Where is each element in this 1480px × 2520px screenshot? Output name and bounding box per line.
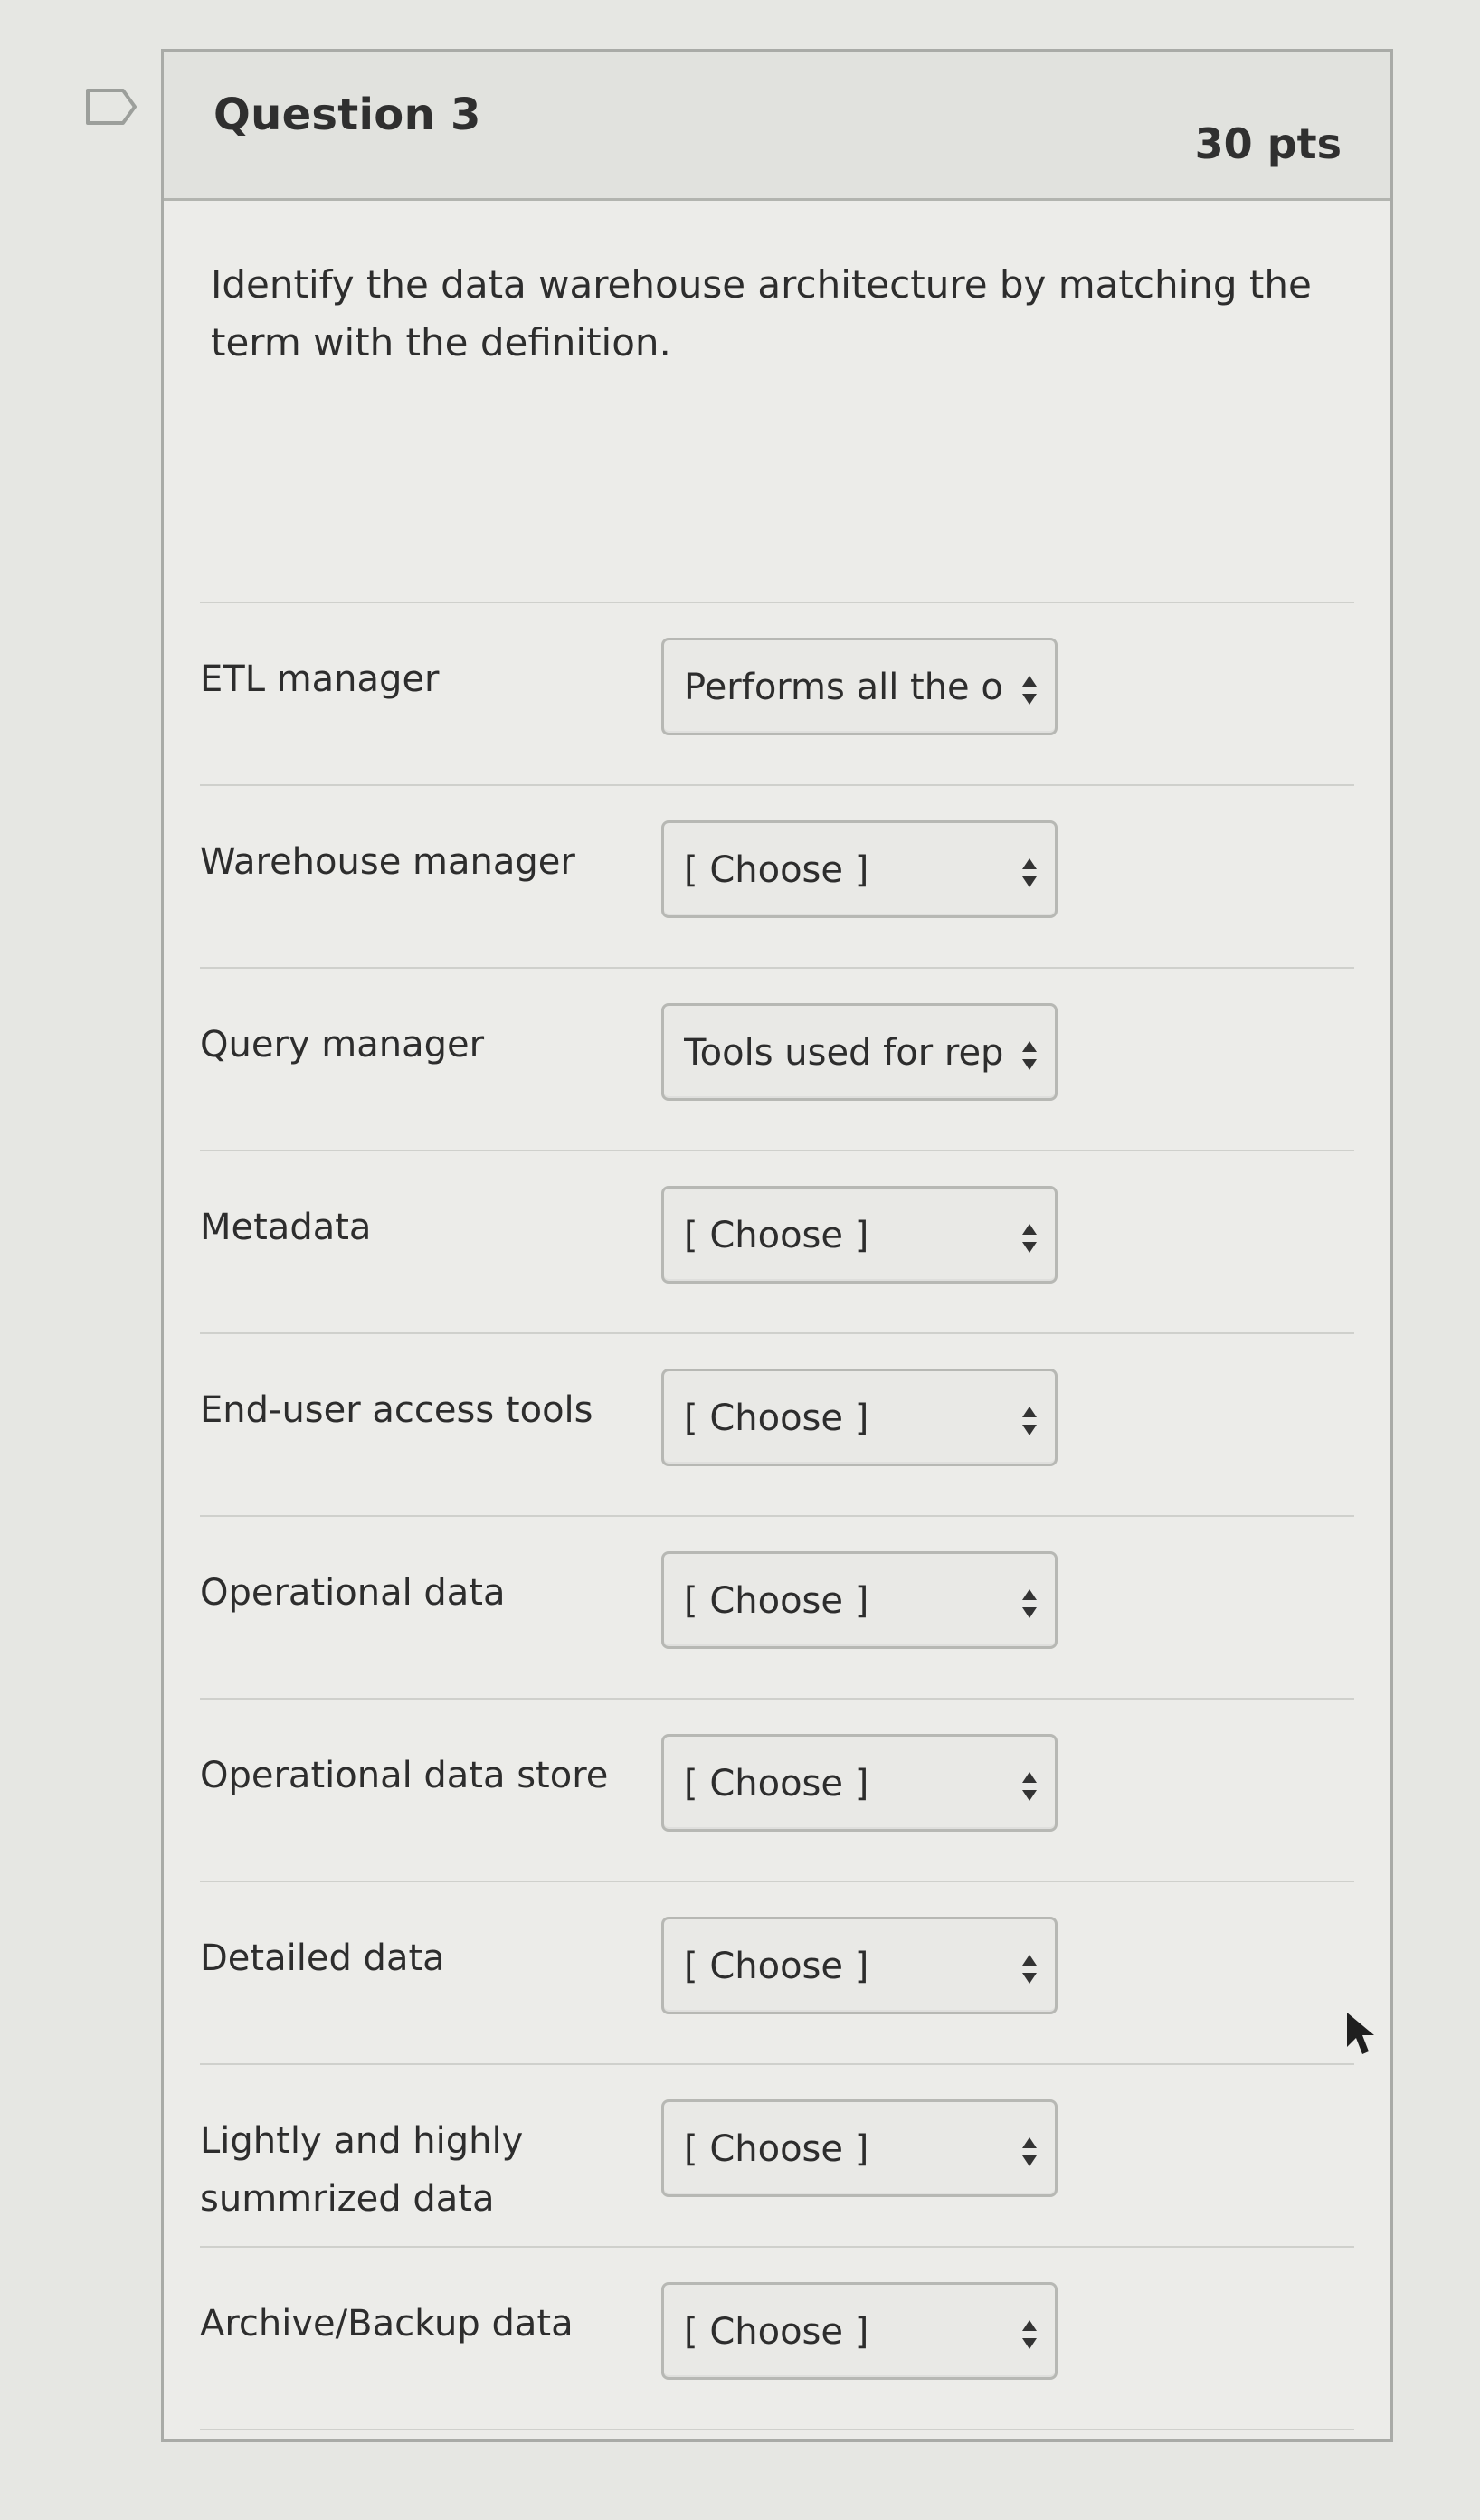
- definition-select[interactable]: [ Choose ]: [661, 1551, 1058, 1649]
- selected-definition: [ Choose ]: [684, 1215, 869, 1256]
- row-divider: [200, 784, 1354, 786]
- selected-definition: Performs all the ope: [684, 667, 1002, 708]
- selected-definition: [ Choose ]: [684, 1397, 869, 1439]
- definition-select[interactable]: [ Choose ]: [661, 1734, 1058, 1832]
- up-down-arrow-icon: [1022, 2320, 1037, 2349]
- selected-definition: [ Choose ]: [684, 849, 869, 891]
- question-title: Question 3: [213, 90, 481, 140]
- question-points: 30 pts: [1194, 119, 1342, 168]
- term-label: Archive/Backup data: [200, 2303, 574, 2345]
- match-row-metadata: Metadata [ Choose ]: [164, 1150, 1390, 1332]
- selected-definition: Tools used for repor: [684, 1032, 1002, 1074]
- definition-select[interactable]: [ Choose ]: [661, 820, 1058, 918]
- bottom-divider: [200, 2429, 1354, 2430]
- match-row-lightly-and-highly-summrized-data: Lightly and highly summrized data [ Choo…: [164, 2063, 1390, 2246]
- up-down-arrow-icon: [1022, 1407, 1037, 1435]
- selected-definition: [ Choose ]: [684, 1763, 869, 1805]
- definition-select[interactable]: [ Choose ]: [661, 1186, 1058, 1284]
- selected-definition: [ Choose ]: [684, 2311, 869, 2353]
- match-row-end-user-access-tools: End-user access tools [ Choose ]: [164, 1332, 1390, 1515]
- definition-select[interactable]: Performs all the ope: [661, 638, 1058, 735]
- term-label: Metadata: [200, 1207, 372, 1248]
- question-header: Question 3 30 pts: [164, 52, 1390, 201]
- selected-definition: [ Choose ]: [684, 1946, 869, 1987]
- up-down-arrow-icon: [1022, 2137, 1037, 2166]
- definition-select[interactable]: [ Choose ]: [661, 1917, 1058, 2014]
- term-label: Detailed data: [200, 1937, 445, 1979]
- term-label: Operational data: [200, 1572, 506, 1614]
- selected-definition: [ Choose ]: [684, 1580, 869, 1622]
- up-down-arrow-icon: [1022, 676, 1037, 705]
- row-divider: [200, 1515, 1354, 1517]
- up-down-arrow-icon: [1022, 1041, 1037, 1070]
- bookmark-outline-icon[interactable]: [85, 87, 138, 127]
- match-row-archive-backup-data: Archive/Backup data [ Choose ]: [164, 2246, 1390, 2429]
- definition-select[interactable]: [ Choose ]: [661, 1369, 1058, 1466]
- up-down-arrow-icon: [1022, 1772, 1037, 1801]
- row-divider: [200, 602, 1354, 603]
- up-down-arrow-icon: [1022, 1955, 1037, 1984]
- definition-select[interactable]: Tools used for repor: [661, 1003, 1058, 1101]
- match-row-operational-data: Operational data [ Choose ]: [164, 1515, 1390, 1698]
- match-row-etl-manager: ETL manager Performs all the ope: [164, 602, 1390, 784]
- up-down-arrow-icon: [1022, 1224, 1037, 1253]
- definition-select[interactable]: [ Choose ]: [661, 2282, 1058, 2380]
- mouse-cursor-icon: [1347, 2013, 1374, 2054]
- term-label: End-user access tools: [200, 1389, 593, 1431]
- up-down-arrow-icon: [1022, 858, 1037, 887]
- term-label: Operational data store: [200, 1755, 609, 1796]
- row-divider: [200, 1150, 1354, 1151]
- term-label: Warehouse manager: [200, 841, 575, 883]
- question-prompt: Identify the data warehouse architecture…: [211, 262, 1312, 365]
- row-divider: [200, 1698, 1354, 1700]
- definition-select[interactable]: [ Choose ]: [661, 2099, 1058, 2197]
- question-card: Question 3 30 pts Identify the data ware…: [161, 49, 1393, 2442]
- match-row-detailed-data: Detailed data [ Choose ]: [164, 1881, 1390, 2063]
- match-row-warehouse-manager: Warehouse manager [ Choose ]: [164, 784, 1390, 967]
- row-divider: [200, 1881, 1354, 1882]
- match-row-query-manager: Query manager Tools used for repor: [164, 967, 1390, 1150]
- row-divider: [200, 2246, 1354, 2248]
- term-label: Lightly and highly summrized data: [200, 2120, 524, 2220]
- row-divider: [200, 2063, 1354, 2065]
- row-divider: [200, 1332, 1354, 1334]
- term-label: Query manager: [200, 1024, 485, 1066]
- term-label: ETL manager: [200, 658, 440, 700]
- match-row-operational-data-store: Operational data store [ Choose ]: [164, 1698, 1390, 1881]
- row-divider: [200, 967, 1354, 969]
- selected-definition: [ Choose ]: [684, 2128, 869, 2170]
- up-down-arrow-icon: [1022, 1589, 1037, 1618]
